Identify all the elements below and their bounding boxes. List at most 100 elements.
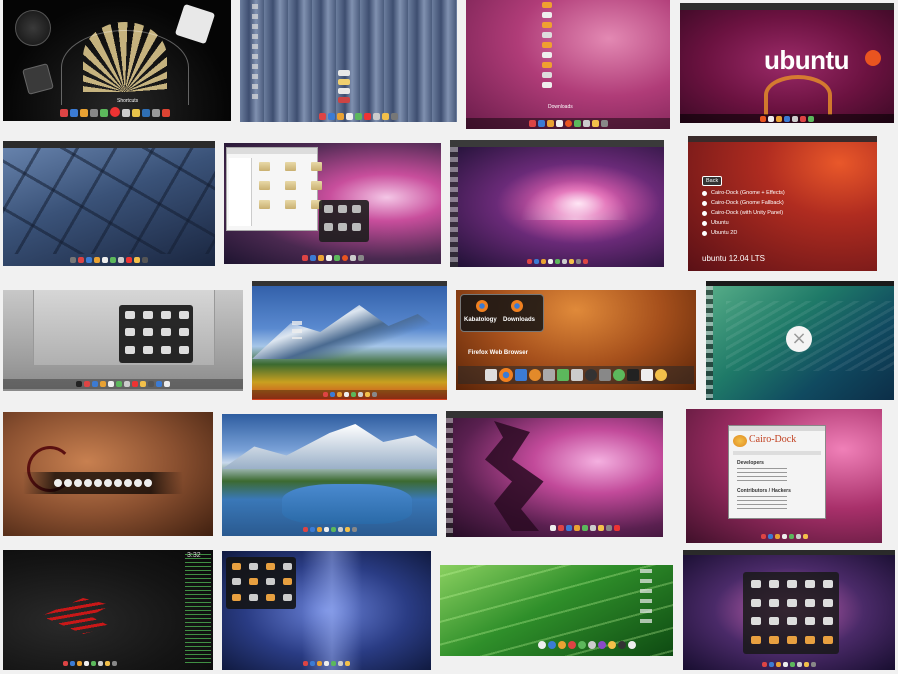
dock-bar — [686, 532, 882, 541]
menu-item[interactable]: Ubuntu — [702, 220, 785, 226]
thumbnail-pink-stack[interactable]: Downloads — [466, 0, 670, 129]
dock-bar — [506, 523, 663, 533]
stack-label: Shortcuts — [117, 98, 139, 104]
thumbnail-green-grass[interactable] — [440, 565, 673, 656]
dock-bar — [39, 105, 191, 117]
top-panel — [706, 281, 894, 286]
vertical-icon-stack — [542, 2, 560, 102]
stack-label-2: Downloads — [503, 317, 536, 323]
thumbnail-blue-mountains[interactable] — [252, 281, 447, 400]
tooltip-label: Firefox Web Browser — [468, 350, 528, 356]
dock-bar — [280, 110, 437, 120]
dock-bar — [222, 659, 431, 668]
right-icon-column — [640, 569, 652, 629]
dock-bar — [450, 257, 664, 266]
top-panel — [683, 550, 895, 555]
firefox-icon — [476, 300, 488, 312]
thumbnail-copper-ubuntu[interactable] — [3, 412, 213, 536]
thumbnail-blue-striped[interactable] — [240, 0, 457, 122]
arc-glow — [61, 30, 189, 105]
thumbnail-firefox-dock[interactable]: Kabatology Downloads Firefox Web Browser — [456, 290, 696, 390]
stack-popup — [460, 294, 544, 332]
icon-stack — [338, 70, 352, 110]
session-menu: Back Cairo-Dock (Gnome + Effects) Cairo-… — [702, 176, 785, 236]
analog-clock-icon — [15, 10, 51, 46]
image-results-grid: Shortcuts Downloads ubuntu Back Cairo-Do… — [0, 0, 898, 674]
stack-label-1: Kabatology — [464, 317, 497, 323]
dock-bar — [680, 114, 894, 123]
stack-label: Downloads — [548, 104, 573, 110]
thumbnail-file-manager[interactable] — [224, 143, 441, 264]
dock-bar — [3, 379, 243, 389]
about-dialog: Cairo-Dock Developers Contributors / Hac… — [728, 425, 826, 519]
arc-dock — [764, 75, 832, 115]
light-rays — [520, 180, 630, 220]
mountain-range — [252, 305, 447, 359]
left-icons — [292, 321, 302, 339]
dock-bar — [7, 659, 173, 668]
left-launcher — [446, 418, 453, 537]
lake-reflection — [282, 484, 412, 524]
thumbnail-blue-light-grid[interactable] — [222, 551, 431, 670]
clock-text: 3:32 — [187, 552, 201, 559]
menu-item[interactable]: Ubuntu 2D — [702, 230, 785, 236]
thumbnail-galaxy-pink[interactable] — [450, 140, 664, 267]
top-panel — [3, 141, 215, 148]
top-panel — [680, 3, 894, 10]
dock-bar — [500, 638, 673, 652]
wave-light — [726, 301, 894, 371]
dialog-title: Cairo-Dock — [749, 434, 797, 445]
ubuntu-logo-text: ubuntu — [764, 45, 850, 75]
dialog-tabs — [733, 451, 821, 455]
dock-bar — [458, 366, 694, 384]
mountain-peaks — [222, 424, 437, 469]
dialog-section-developers: Developers — [737, 460, 764, 466]
dock-bar — [224, 253, 441, 263]
dock-bar — [252, 390, 447, 399]
thumbnail-ubuntu-purple[interactable]: ubuntu — [680, 3, 894, 123]
left-launcher — [450, 147, 458, 267]
folder-arc — [83, 22, 167, 92]
dock-bar — [683, 660, 895, 669]
left-icon-column — [252, 4, 258, 104]
thumbnail-pink-wave[interactable] — [446, 411, 663, 537]
dialog-section-contributors: Contributors / Hackers — [737, 488, 791, 494]
conky-panel — [185, 554, 211, 666]
thumbnail-alpine-lake[interactable] — [222, 414, 437, 536]
light-beam — [302, 551, 362, 670]
menu-item[interactable]: Cairo-Dock (with Unity Panel) — [702, 210, 785, 216]
thumbnail-green-wave[interactable]: × — [706, 281, 894, 400]
top-panel — [450, 140, 664, 147]
room-wall — [33, 290, 215, 365]
weather-icon — [174, 3, 216, 45]
red-ubuntu-logo — [41, 598, 111, 634]
stack-grid-popup — [319, 200, 369, 242]
tile-lines — [3, 148, 215, 254]
left-launcher — [706, 286, 713, 400]
thumbnail-dark-red-conky[interactable]: 3:32 — [3, 550, 213, 670]
wave-shape — [485, 421, 544, 531]
thumbnail-cairo-dock-dialog[interactable]: Cairo-Dock Developers Contributors / Hac… — [686, 409, 882, 543]
top-panel — [252, 281, 447, 286]
trash-icon — [22, 63, 54, 95]
thumbnail-blue-tiles[interactable] — [3, 141, 215, 266]
thumbnail-galaxy-app-grid[interactable] — [683, 550, 895, 670]
dock-bar — [222, 525, 437, 534]
thumbnail-dark-clock-dock[interactable]: Shortcuts — [3, 0, 231, 121]
osx-x-logo: × — [786, 326, 812, 352]
stack-grid-popup — [226, 557, 296, 609]
top-panel — [688, 136, 877, 142]
file-manager-window — [226, 147, 322, 231]
firefox-icon-2 — [511, 300, 523, 312]
app-grid-popup — [743, 572, 839, 654]
thumbnail-grey-room[interactable] — [3, 290, 243, 391]
ubuntu-version-label: ubuntu 12.04 LTS — [702, 254, 766, 263]
menu-item[interactable]: Cairo-Dock (Gnome Fallback) — [702, 200, 785, 206]
menu-item[interactable]: Cairo-Dock (Gnome + Effects) — [702, 190, 785, 196]
thumbnail-ubuntu-red-menu[interactable]: Back Cairo-Dock (Gnome + Effects) Cairo-… — [688, 136, 877, 271]
dock-bar — [3, 255, 215, 265]
ubuntu-circle-icon — [865, 50, 881, 66]
dock-bar — [466, 118, 670, 129]
menu-item-back[interactable]: Back — [702, 176, 785, 186]
top-panel — [446, 411, 663, 418]
